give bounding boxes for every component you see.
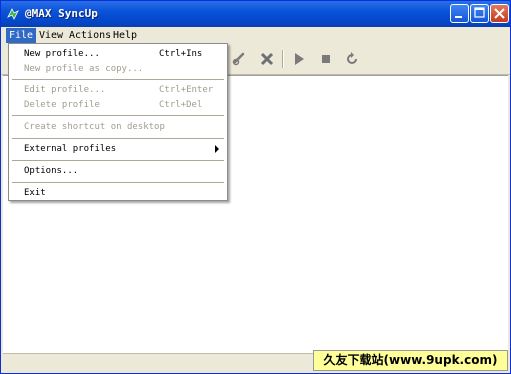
menu-item-label: Create shortcut on desktop — [24, 122, 165, 132]
menu-separator — [12, 160, 224, 161]
toolbar-separator — [282, 50, 284, 68]
minimize-button[interactable] — [450, 4, 469, 23]
menu-view[interactable]: View — [36, 28, 66, 43]
menu-item-new-profile[interactable]: New profile... Ctrl+Ins — [9, 46, 227, 62]
maximize-icon — [474, 7, 485, 18]
menu-item-label: External profiles — [24, 144, 117, 154]
menu-separator — [12, 138, 224, 139]
close-icon — [494, 8, 505, 19]
menu-item-label: Delete profile — [24, 100, 100, 110]
menu-item-label: Options... — [24, 166, 79, 176]
menu-item-create-shortcut: Create shortcut on desktop — [9, 119, 227, 135]
menu-separator — [12, 79, 224, 80]
menu-item-shortcut: Ctrl+Enter — [159, 85, 214, 95]
app-window: @MAX SyncUp File View Actions Help 久友下载站… — [0, 0, 511, 374]
maximize-button[interactable] — [470, 4, 489, 23]
menu-separator — [12, 115, 224, 116]
close-button[interactable] — [490, 4, 509, 23]
menu-item-label: Edit profile... — [24, 85, 106, 95]
menu-item-new-profile-copy: New profile as copy... — [9, 61, 227, 77]
menu-item-options[interactable]: Options... — [9, 163, 227, 179]
menu-item-shortcut: Ctrl+Del — [159, 100, 203, 110]
menu-item-delete-profile: Delete profile Ctrl+Del — [9, 97, 227, 113]
play-icon[interactable] — [290, 50, 308, 68]
title-bar[interactable]: @MAX SyncUp — [1, 1, 510, 27]
delete-icon[interactable] — [258, 50, 276, 68]
menu-item-edit-profile: Edit profile... Ctrl+Enter — [9, 82, 227, 98]
menu-item-label: New profile as copy... — [24, 64, 144, 74]
watermark-text: 久友下载站(www.9upk.com) — [313, 350, 508, 371]
refresh-icon[interactable] — [343, 50, 361, 68]
menu-separator — [12, 182, 224, 183]
menu-help[interactable]: Help — [110, 28, 140, 43]
menu-item-exit[interactable]: Exit — [9, 185, 227, 201]
file-menu-dropdown: New profile... Ctrl+Ins New profile as c… — [8, 43, 228, 201]
submenu-arrow-icon — [215, 145, 219, 153]
menu-item-shortcut: Ctrl+Ins — [159, 49, 203, 59]
menu-actions[interactable]: Actions — [66, 28, 114, 43]
menu-item-label: Exit — [24, 188, 46, 198]
app-icon — [7, 8, 19, 20]
menu-item-label: New profile... — [24, 49, 100, 59]
menu-file[interactable]: File — [6, 28, 37, 43]
link-icon[interactable] — [231, 50, 249, 68]
menu-item-external-profiles[interactable]: External profiles — [9, 141, 227, 157]
menu-bar: File View Actions Help — [1, 27, 510, 44]
minimize-icon — [455, 16, 462, 18]
stop-icon[interactable] — [317, 50, 335, 68]
window-title: @MAX SyncUp — [25, 7, 98, 20]
